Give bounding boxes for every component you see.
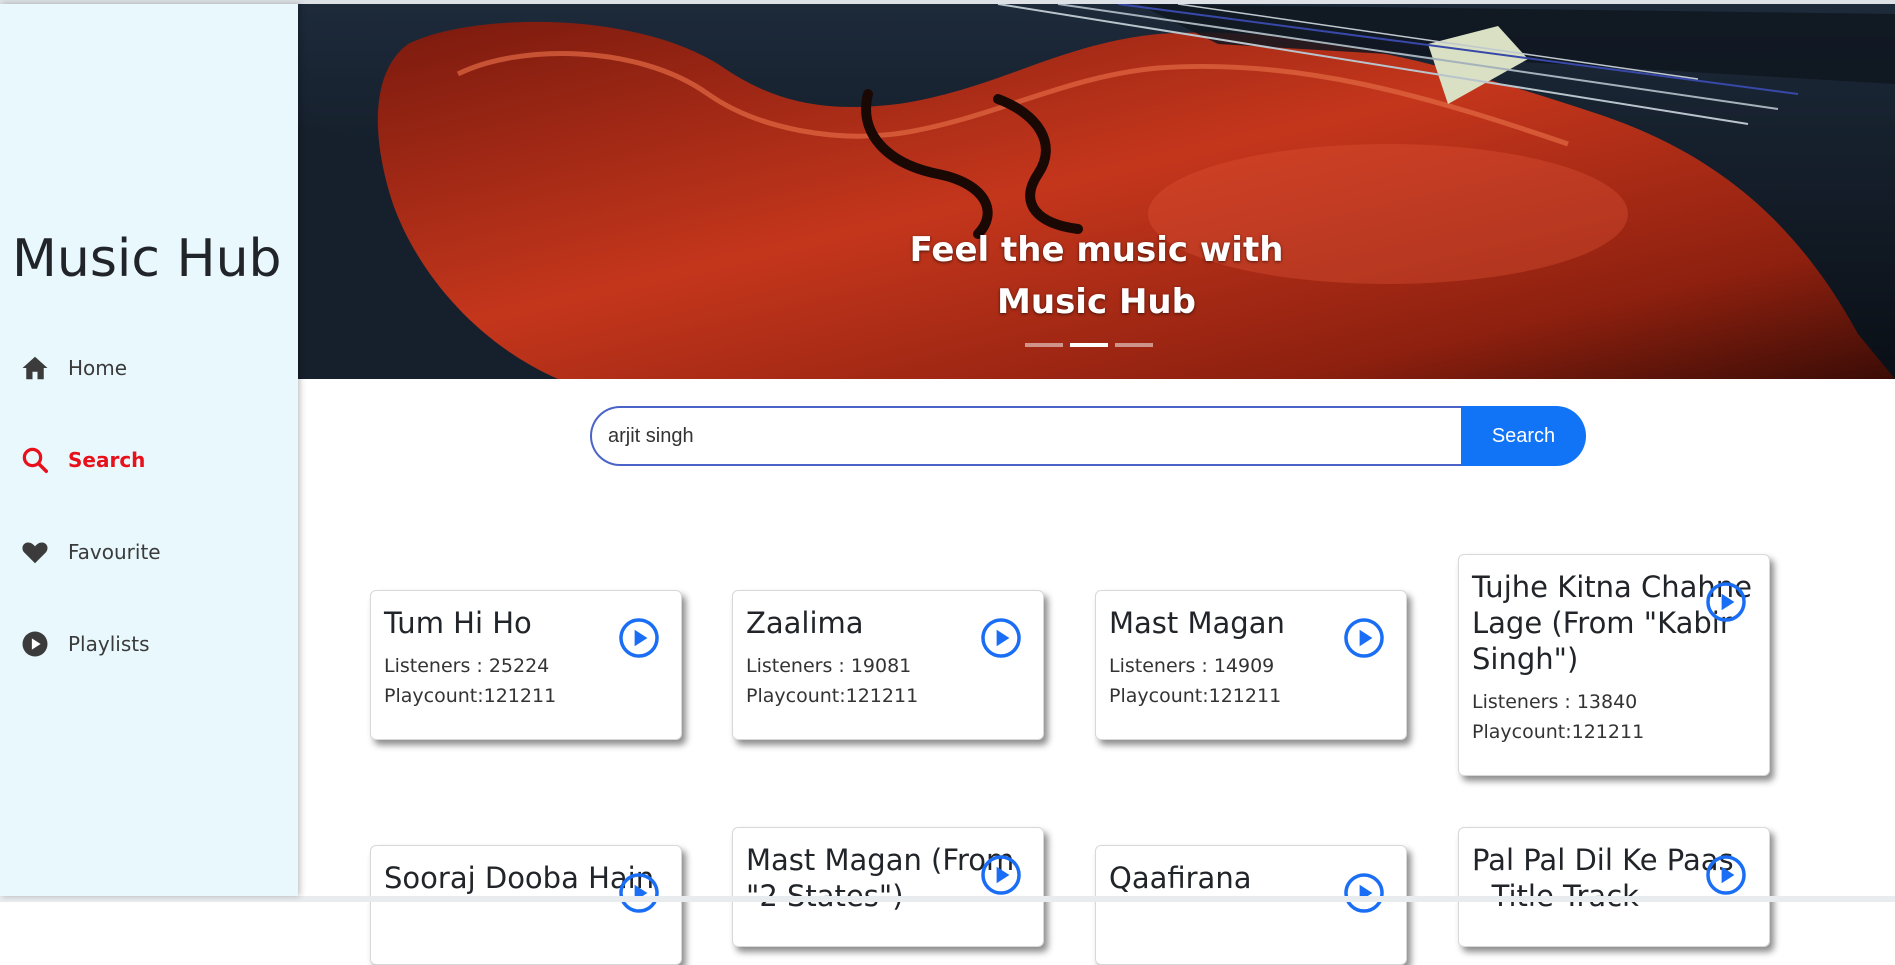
song-card: Qaafirana bbox=[1095, 845, 1407, 965]
carousel-indicator-2[interactable] bbox=[1070, 343, 1108, 347]
sidebar-item-home[interactable]: Home bbox=[20, 350, 127, 386]
song-card: Sooraj Dooba Hain bbox=[370, 845, 682, 965]
song-card: Zaalima Listeners : 19081 Playcount:1212… bbox=[732, 590, 1044, 740]
sidebar-item-label: Search bbox=[68, 448, 146, 472]
song-playcount: Playcount:121211 bbox=[384, 685, 557, 707]
song-playcount: Playcount:121211 bbox=[1472, 721, 1645, 743]
play-icon[interactable] bbox=[618, 617, 660, 659]
play-icon[interactable] bbox=[980, 854, 1022, 896]
sidebar-item-playlists[interactable]: Playlists bbox=[20, 626, 150, 662]
sidebar-item-label: Favourite bbox=[68, 540, 161, 564]
play-icon[interactable] bbox=[1343, 872, 1385, 914]
song-listeners: Listeners : 13840 bbox=[1472, 691, 1638, 713]
play-circle-icon bbox=[22, 631, 48, 657]
caption-line-2: Music Hub bbox=[997, 282, 1196, 322]
song-card: Mast Magan Listeners : 14909 Playcount:1… bbox=[1095, 590, 1407, 740]
carousel-caption: Feel the music with Music Hub bbox=[797, 224, 1397, 328]
search-bar: Search bbox=[590, 406, 1586, 466]
carousel-indicators bbox=[1025, 343, 1153, 347]
sidebar-item-label: Home bbox=[68, 356, 128, 380]
play-icon[interactable] bbox=[980, 617, 1022, 659]
caption-line-1: Feel the music with bbox=[909, 230, 1284, 270]
brand-title: Music Hub bbox=[12, 229, 282, 289]
search-icon bbox=[22, 447, 48, 473]
song-card: Tum Hi Ho Listeners : 25224 Playcount:12… bbox=[370, 590, 682, 740]
hero-carousel: Feel the music with Music Hub bbox=[298, 4, 1895, 379]
sidebar: Music Hub Home Search Favourite Playlist… bbox=[0, 4, 298, 896]
song-playcount: Playcount:121211 bbox=[1109, 685, 1282, 707]
search-input[interactable] bbox=[590, 406, 1461, 466]
sidebar-item-label: Playlists bbox=[68, 632, 150, 656]
sidebar-item-search[interactable]: Search bbox=[20, 442, 145, 478]
play-icon[interactable] bbox=[618, 872, 660, 914]
song-card: Pal Pal Dil Ke Paas - Title Track bbox=[1458, 827, 1770, 947]
play-icon[interactable] bbox=[1705, 581, 1747, 623]
carousel-indicator-3[interactable] bbox=[1115, 343, 1153, 347]
song-card: Tujhe Kitna Chahne Lage (From "Kabir Sin… bbox=[1458, 554, 1770, 776]
song-card: Mast Magan (From "2 States") bbox=[732, 827, 1044, 947]
sidebar-item-favourite[interactable]: Favourite bbox=[20, 534, 161, 570]
play-icon[interactable] bbox=[1705, 854, 1747, 896]
carousel-indicator-1[interactable] bbox=[1025, 343, 1063, 347]
home-icon bbox=[22, 356, 48, 380]
play-icon[interactable] bbox=[1343, 617, 1385, 659]
song-playcount: Playcount:121211 bbox=[746, 685, 919, 707]
heart-icon bbox=[22, 542, 48, 564]
horizontal-scrollbar[interactable] bbox=[0, 896, 1895, 902]
search-button[interactable]: Search bbox=[1461, 406, 1586, 466]
